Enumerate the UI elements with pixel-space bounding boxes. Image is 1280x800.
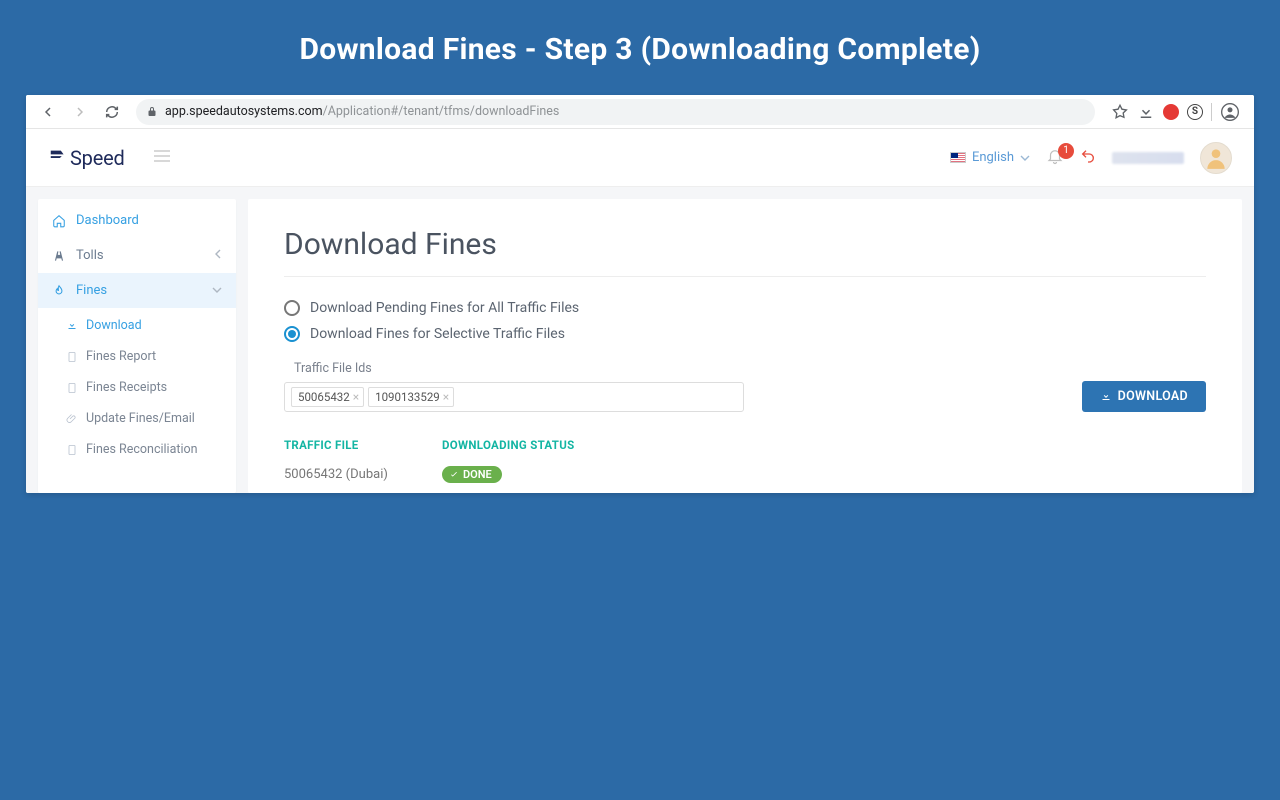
cell-traffic-file: 50065432 (Dubai) xyxy=(284,467,442,482)
table-row: 50065432 (Dubai) DONE xyxy=(284,466,1206,484)
download-icon xyxy=(1100,391,1112,403)
file-icon xyxy=(66,351,78,363)
divider xyxy=(1211,103,1212,121)
download-button-label: DOWNLOAD xyxy=(1118,389,1188,404)
radio-label: Download Fines for Selective Traffic Fil… xyxy=(310,326,565,342)
main-content: Download Fines Download Pending Fines fo… xyxy=(248,199,1242,493)
flame-icon xyxy=(52,284,66,298)
header-right: English 1 xyxy=(950,142,1232,174)
sidebar-sub-report[interactable]: Fines Report xyxy=(38,341,236,372)
download-button[interactable]: DOWNLOAD xyxy=(1082,381,1206,412)
tag-chip[interactable]: 1090133529 × xyxy=(368,387,454,407)
table-header: TRAFFIC FILE DOWNLOADING STATUS xyxy=(284,438,1206,452)
radio-all-files[interactable]: Download Pending Fines for All Traffic F… xyxy=(284,295,1206,321)
road-icon xyxy=(52,249,66,263)
tag-remove-icon[interactable]: × xyxy=(353,390,359,404)
sidebar-sub-update[interactable]: Update Fines/Email xyxy=(38,403,236,434)
radio-label: Download Pending Fines for All Traffic F… xyxy=(310,300,579,316)
status-text: DONE xyxy=(463,468,492,481)
sidebar-label: Fines xyxy=(76,283,107,298)
radio-icon xyxy=(284,300,300,316)
forward-button[interactable] xyxy=(66,98,94,126)
app-header: Speed English 1 xyxy=(26,129,1254,187)
fines-submenu: Download Fines Report Fines Receipts Upd… xyxy=(38,308,236,467)
language-selector[interactable]: English xyxy=(950,150,1030,165)
refresh-action[interactable] xyxy=(1080,148,1096,168)
sidebar-sub-label: Fines Receipts xyxy=(86,380,167,395)
sidebar: Dashboard Tolls Fines Download Fines xyxy=(38,199,236,493)
brand-logo[interactable]: Speed xyxy=(48,146,125,170)
download-icon xyxy=(66,320,78,332)
username-blurred xyxy=(1112,152,1184,164)
extension-red-icon[interactable] xyxy=(1163,104,1179,120)
tag-chip[interactable]: 50065432 × xyxy=(291,387,364,407)
chevron-down-icon xyxy=(1020,153,1030,163)
home-icon xyxy=(52,214,66,228)
app-body: Dashboard Tolls Fines Download Fines xyxy=(26,187,1254,493)
menu-toggle[interactable] xyxy=(153,148,171,167)
paperclip-icon xyxy=(66,413,78,425)
file-icon xyxy=(66,444,78,456)
brand-name: Speed xyxy=(70,146,125,170)
extension-s-icon[interactable]: S xyxy=(1187,104,1203,120)
field-label: Traffic File Ids xyxy=(284,361,744,376)
radio-icon xyxy=(284,326,300,342)
sidebar-label: Tolls xyxy=(76,248,104,263)
sidebar-item-tolls[interactable]: Tolls xyxy=(38,238,236,273)
url-path: /Application#/tenant/tfms/downloadFines xyxy=(323,104,560,119)
notification-badge: 1 xyxy=(1058,143,1074,159)
browser-window: app.speedautosystems.com/Application#/te… xyxy=(26,95,1254,493)
sidebar-sub-label: Fines Report xyxy=(86,349,156,364)
logo-mark-icon xyxy=(48,147,70,169)
sidebar-sub-receipts[interactable]: Fines Receipts xyxy=(38,372,236,403)
sidebar-sub-label: Fines Reconciliation xyxy=(86,442,198,457)
language-label: English xyxy=(972,150,1014,165)
tag-text: 1090133529 xyxy=(375,390,440,404)
download-arrow-icon[interactable] xyxy=(1137,103,1155,121)
sidebar-label: Dashboard xyxy=(76,213,139,228)
reload-button[interactable] xyxy=(98,98,126,126)
divider xyxy=(284,276,1206,277)
tag-text: 50065432 xyxy=(298,390,350,404)
file-icon xyxy=(66,382,78,394)
notifications-button[interactable]: 1 xyxy=(1046,147,1064,169)
slide-title: Download Fines - Step 3 (Downloading Com… xyxy=(0,0,1280,95)
profile-icon[interactable] xyxy=(1220,102,1240,122)
radio-selective-files[interactable]: Download Fines for Selective Traffic Fil… xyxy=(284,321,1206,347)
address-bar[interactable]: app.speedautosystems.com/Application#/te… xyxy=(136,99,1095,125)
undo-arrow-icon xyxy=(1080,148,1096,164)
lock-icon xyxy=(146,106,158,118)
sidebar-sub-reconciliation[interactable]: Fines Reconciliation xyxy=(38,434,236,465)
toolbar-icons: S xyxy=(1105,102,1246,122)
tag-remove-icon[interactable]: × xyxy=(443,390,449,404)
field-row: Traffic File Ids 50065432 × 1090133529 × xyxy=(284,361,1206,412)
url-domain: app.speedautosystems.com xyxy=(165,104,323,119)
chevron-down-icon xyxy=(212,283,222,298)
avatar-icon xyxy=(1203,145,1229,171)
browser-toolbar: app.speedautosystems.com/Application#/te… xyxy=(26,95,1254,129)
col-status: DOWNLOADING STATUS xyxy=(442,438,1206,452)
traffic-file-ids-input[interactable]: 50065432 × 1090133529 × xyxy=(284,382,744,412)
check-icon xyxy=(449,470,459,480)
sidebar-item-fines[interactable]: Fines xyxy=(38,273,236,308)
page-title: Download Fines xyxy=(284,227,1206,262)
star-icon[interactable] xyxy=(1111,103,1129,121)
sidebar-sub-label: Download xyxy=(86,318,142,333)
flag-icon xyxy=(950,152,966,163)
chevron-left-icon xyxy=(214,248,222,263)
back-button[interactable] xyxy=(34,98,62,126)
sidebar-sub-label: Update Fines/Email xyxy=(86,411,195,426)
status-table: TRAFFIC FILE DOWNLOADING STATUS 50065432… xyxy=(284,438,1206,484)
status-badge-done: DONE xyxy=(442,466,502,483)
sidebar-sub-download[interactable]: Download xyxy=(38,310,236,341)
user-avatar[interactable] xyxy=(1200,142,1232,174)
col-traffic-file: TRAFFIC FILE xyxy=(284,438,442,452)
sidebar-item-dashboard[interactable]: Dashboard xyxy=(38,203,236,238)
